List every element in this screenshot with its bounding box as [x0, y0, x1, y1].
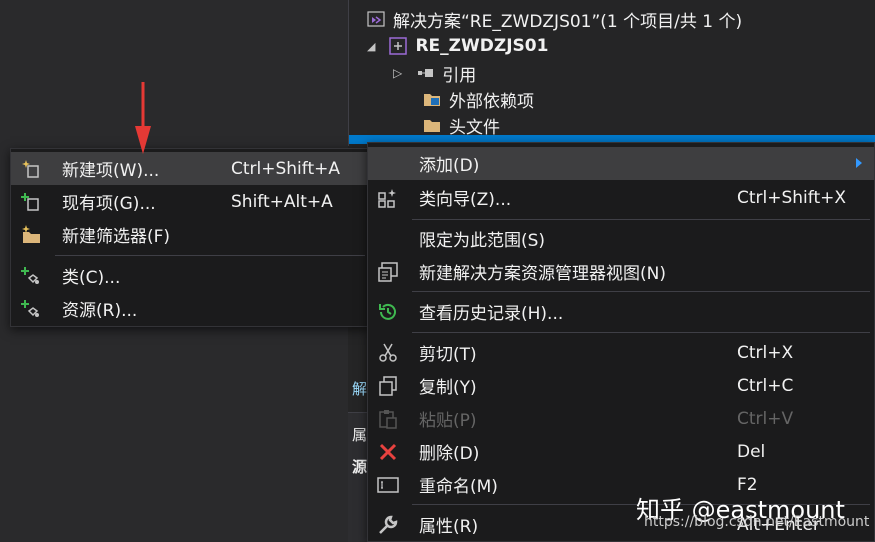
menu-item-label: 查看历史记录(H)... [419, 304, 564, 324]
menu-item-view-history[interactable]: 查看历史记录(H)... [368, 295, 874, 328]
menu-item-scope-to-this[interactable]: 限定为此范围(S) [368, 222, 874, 255]
menu-item-label: 重命名(M) [419, 477, 498, 497]
shortcut-label: Del [737, 441, 766, 462]
history-icon [376, 300, 400, 324]
solution-node[interactable]: 解决方案“RE_ZWDZJS01”(1 个项目/共 1 个) [367, 6, 742, 32]
menu-separator [412, 332, 870, 333]
menu-item-new-item[interactable]: 新建项(W)... Ctrl+Shift+A [11, 152, 369, 185]
shortcut-label: Ctrl+C [737, 375, 794, 396]
add-submenu: 新建项(W)... Ctrl+Shift+A 现有项(G)... Shift+A… [10, 148, 370, 327]
expand-arrow-icon[interactable]: ▷ [393, 66, 402, 80]
menu-item-cut[interactable]: 剪切(T) Ctrl+X [368, 336, 874, 369]
menu-item-label: 剪切(T) [419, 345, 477, 365]
watermark-url: https://blog.csdn.net/Eastmount [644, 514, 870, 530]
tree-item-label: 引用 [442, 65, 477, 86]
existing-item-icon [19, 190, 43, 214]
solution-icon [367, 10, 385, 28]
menu-separator [412, 291, 870, 292]
menu-item-label: 删除(D) [419, 444, 480, 464]
resource-icon [19, 297, 43, 321]
new-view-icon [376, 260, 400, 284]
tree-item-references[interactable]: ▷ 引用 [393, 60, 476, 86]
cpp-project-icon [389, 37, 408, 55]
menu-item-new-filter[interactable]: 新建筛选器(F) [11, 218, 369, 251]
menu-item-label: 现有项(G)... [62, 194, 156, 214]
menu-item-existing-item[interactable]: 现有项(G)... Shift+Alt+A [11, 185, 369, 218]
menu-item-add[interactable]: 添加(D) [368, 147, 874, 180]
shortcut-label: Ctrl+Shift+X [737, 187, 847, 208]
delete-icon [376, 440, 400, 464]
solution-explorer-tab[interactable]: 解 [352, 378, 367, 399]
solution-explorer: 解决方案“RE_ZWDZJS01”(1 个项目/共 1 个) ◢ RE_ZWDZ… [348, 0, 875, 146]
menu-item-paste: 粘贴(P) Ctrl+V [368, 402, 874, 435]
solution-label: 解决方案“RE_ZWDZJS01”(1 个项目/共 1 个) [393, 11, 743, 32]
menu-item-new-explorer-view[interactable]: 新建解决方案资源管理器视图(N) [368, 255, 874, 288]
menu-item-label: 添加(D) [419, 156, 480, 176]
menu-separator [55, 255, 365, 256]
tree-item-label: 头文件 [449, 117, 500, 138]
shortcut-label: Ctrl+Shift+A [231, 158, 341, 179]
project-label: RE_ZWDZJS01 [415, 36, 549, 56]
menu-item-resource[interactable]: 资源(R)... [11, 292, 369, 325]
submenu-arrow-icon [856, 158, 862, 168]
copy-icon [376, 374, 400, 398]
menu-item-class[interactable]: 类(C)... [11, 259, 369, 292]
menu-item-label: 限定为此范围(S) [419, 231, 546, 251]
menu-item-delete[interactable]: 删除(D) Del [368, 435, 874, 468]
tree-item-label: 外部依赖项 [449, 91, 534, 112]
annotation-arrow [135, 82, 151, 154]
menu-item-label: 新建解决方案资源管理器视图(N) [419, 264, 666, 284]
class-wizard-icon [376, 186, 400, 210]
rename-icon [376, 473, 400, 497]
wrench-icon [376, 513, 400, 537]
project-node[interactable]: ◢ RE_ZWDZJS01 [367, 33, 548, 59]
new-item-icon [19, 157, 43, 181]
scissors-icon [376, 341, 400, 365]
folder-icon [423, 116, 441, 134]
paste-icon [376, 407, 400, 431]
menu-item-label: 复制(Y) [419, 378, 477, 398]
menu-item-copy[interactable]: 复制(Y) Ctrl+C [368, 369, 874, 402]
menu-item-label: 类向导(Z)... [419, 190, 512, 210]
menu-separator [412, 219, 870, 220]
menu-item-label: 新建项(W)... [62, 161, 160, 181]
shortcut-label: Ctrl+X [737, 342, 794, 363]
references-icon [416, 64, 434, 82]
shortcut-label: Ctrl+V [737, 408, 794, 429]
class-icon [19, 264, 43, 288]
expand-collapse-icon[interactable]: ◢ [367, 40, 375, 53]
source-tab[interactable]: 源 [352, 456, 367, 477]
tree-item-external-deps[interactable]: 外部依赖项 [423, 86, 534, 112]
menu-item-label: 属性(R) [419, 517, 479, 537]
menu-item-label: 粘贴(P) [419, 411, 477, 431]
menu-item-label: 资源(R)... [62, 301, 138, 321]
menu-item-label: 类(C)... [62, 268, 121, 288]
properties-tab[interactable]: 属 [352, 424, 367, 445]
menu-item-label: 新建筛选器(F) [62, 227, 171, 247]
menu-item-class-wizard[interactable]: 类向导(Z)... Ctrl+Shift+X [368, 181, 874, 214]
folder-external-icon [423, 90, 441, 108]
new-filter-folder-icon [19, 223, 43, 247]
shortcut-label: Shift+Alt+A [231, 191, 333, 212]
context-menu: 添加(D) 类向导(Z)... Ctrl+Shift+X 限定为此范围(S) 新… [367, 142, 875, 542]
